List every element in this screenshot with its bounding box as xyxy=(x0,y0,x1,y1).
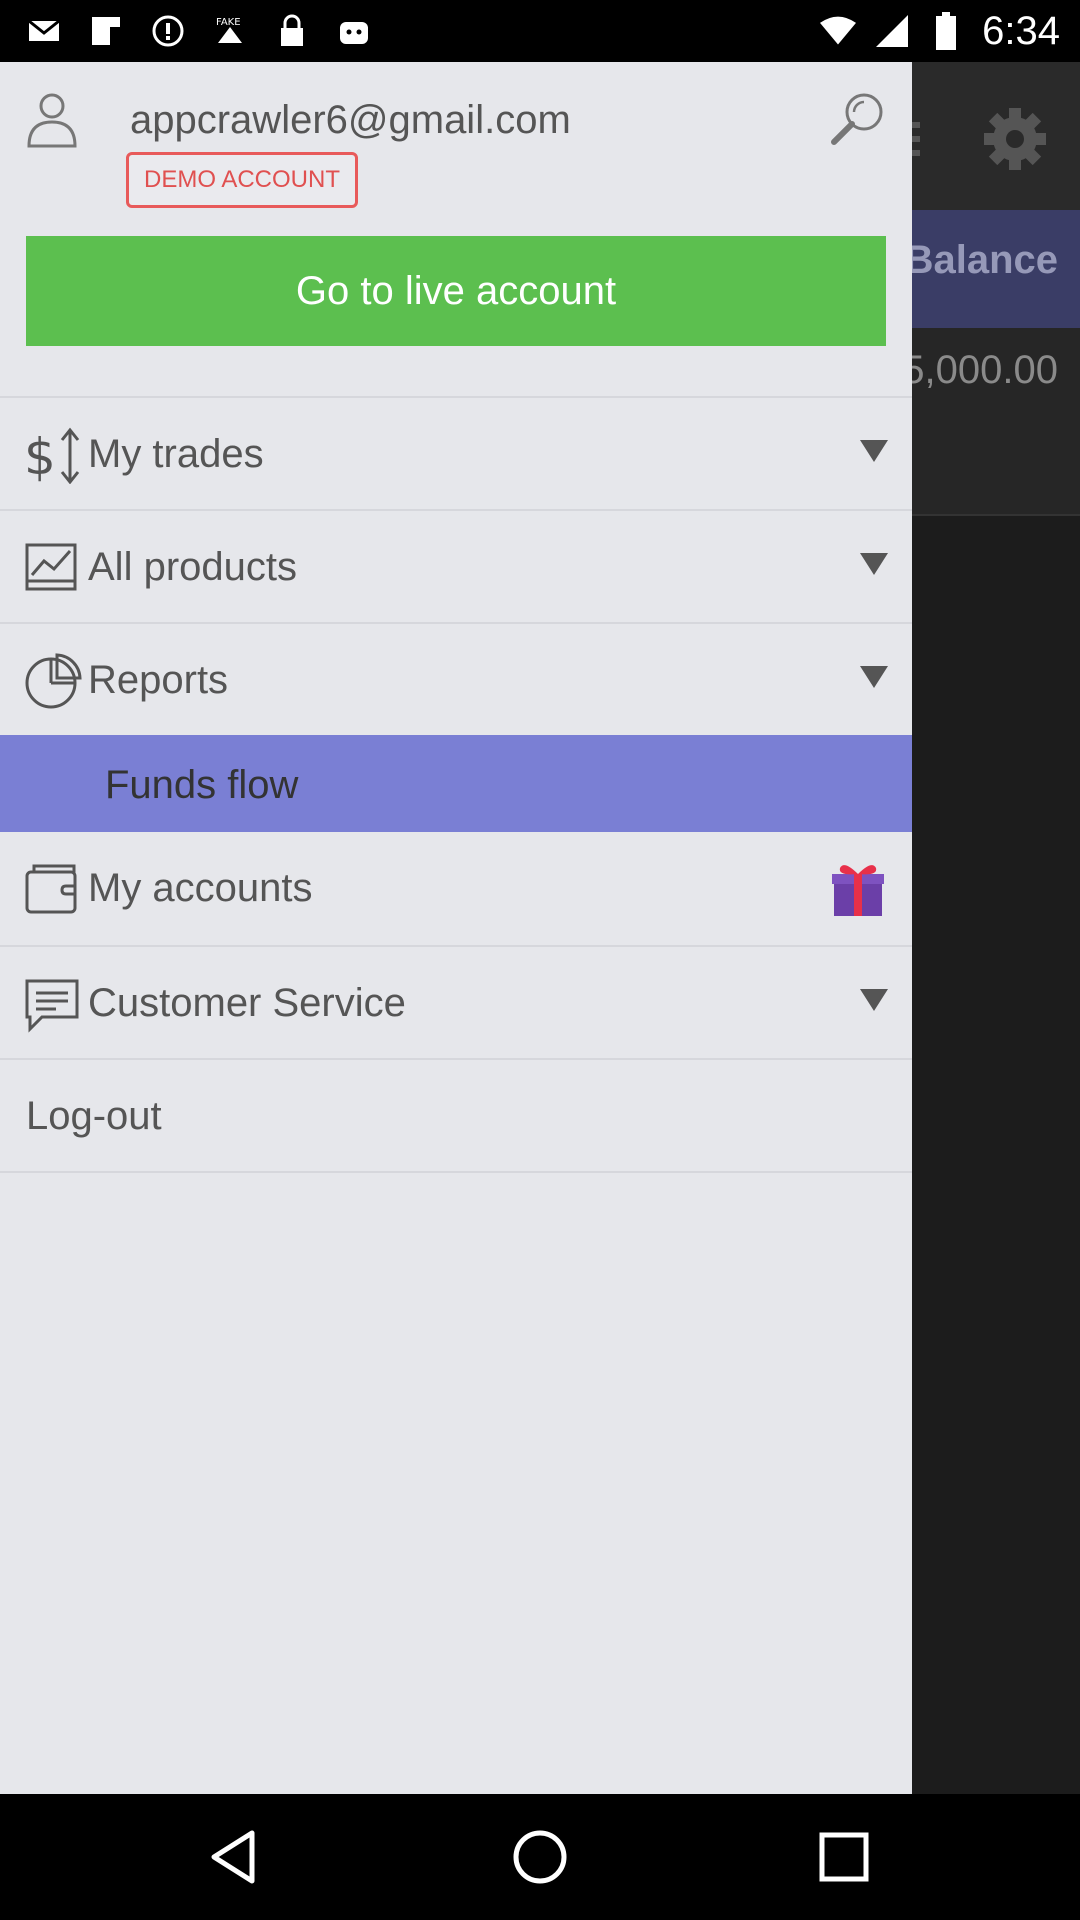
menu-item-my-trades[interactable]: $ My trades xyxy=(0,396,912,509)
status-time: 6:34 xyxy=(982,8,1060,53)
balance-label: Balance xyxy=(904,238,1058,282)
menu-item-label: Funds flow xyxy=(105,763,299,807)
demo-account-badge: DEMO ACCOUNT xyxy=(126,152,358,208)
android-icon xyxy=(336,13,372,49)
svg-text:FAKE: FAKE xyxy=(216,17,241,28)
home-icon[interactable] xyxy=(510,1827,570,1887)
balance-value: 5,000.00 xyxy=(902,348,1058,392)
battery-icon xyxy=(928,12,964,50)
chat-icon xyxy=(24,975,82,1033)
status-bar: FAKE 6:34 xyxy=(0,0,1080,62)
avatar-icon[interactable] xyxy=(26,90,78,148)
caret-down-icon xyxy=(860,666,888,688)
search-icon[interactable] xyxy=(828,90,888,150)
fake-gps-icon: FAKE xyxy=(212,13,248,49)
menu-item-funds-flow[interactable]: Funds flow xyxy=(0,735,912,832)
gear-icon[interactable] xyxy=(980,104,1050,174)
alert-icon xyxy=(150,13,186,49)
caret-down-icon xyxy=(860,989,888,1011)
recents-icon[interactable] xyxy=(814,1827,874,1887)
caret-down-icon xyxy=(860,553,888,575)
wallet-icon xyxy=(24,860,82,918)
menu-item-log-out[interactable]: Log-out xyxy=(0,1058,912,1171)
caret-down-icon xyxy=(860,440,888,462)
navigation-drawer: appcrawler6@gmail.com DEMO ACCOUNT Go to… xyxy=(0,62,912,1794)
wifi-icon xyxy=(820,13,857,49)
mail-icon xyxy=(26,13,62,49)
go-to-live-account-button[interactable]: Go to live account xyxy=(26,236,886,346)
pie-chart-icon xyxy=(24,652,82,710)
dollar-updown-icon: $ xyxy=(24,426,82,486)
menu-item-my-accounts[interactable]: My accounts xyxy=(0,832,912,945)
account-email: appcrawler6@gmail.com xyxy=(130,98,571,142)
menu-item-label: My accounts xyxy=(88,866,313,910)
menu-item-label: Log-out xyxy=(26,1094,162,1138)
menu-item-label: My trades xyxy=(88,432,264,476)
menu-item-label: Reports xyxy=(88,658,229,702)
lock-icon xyxy=(274,13,310,49)
menu-item-customer-service[interactable]: Customer Service xyxy=(0,945,912,1058)
chart-icon xyxy=(24,539,82,597)
svg-text:$: $ xyxy=(24,428,56,484)
flipboard-icon xyxy=(88,13,124,49)
signal-icon xyxy=(874,13,910,49)
system-navigation-bar xyxy=(0,1794,1080,1920)
back-icon[interactable] xyxy=(204,1827,264,1887)
menu-item-all-products[interactable]: All products xyxy=(0,509,912,622)
menu-item-label: Customer Service xyxy=(88,981,406,1025)
menu-item-reports[interactable]: Reports xyxy=(0,622,912,735)
drawer-header: appcrawler6@gmail.com DEMO ACCOUNT Go to… xyxy=(0,62,912,392)
menu-item-label: All products xyxy=(88,545,297,589)
divider xyxy=(0,1171,912,1173)
gift-icon[interactable] xyxy=(830,858,886,918)
drawer-menu: $ My trades All products Reports Funds f… xyxy=(0,396,912,1173)
